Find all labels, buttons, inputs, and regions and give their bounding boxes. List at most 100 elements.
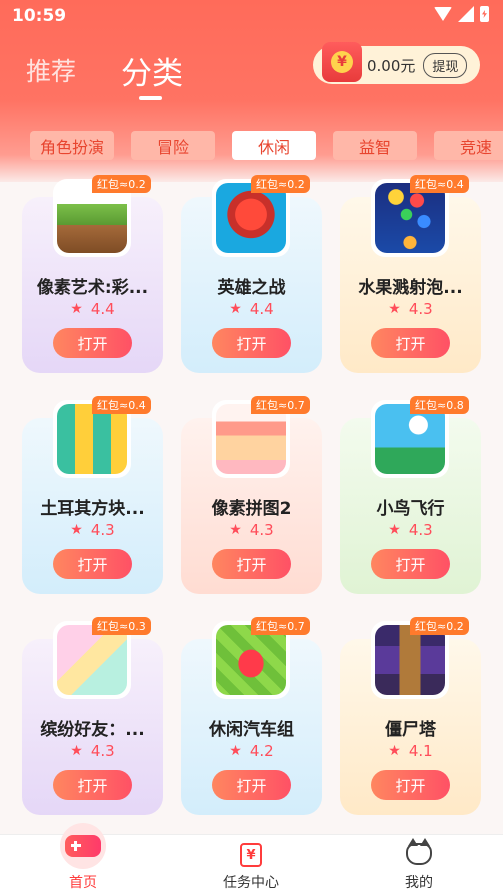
header: 10:59 推荐 分类 ¥ 0.00元 提现 角色扮演 冒险 休闲 益智 竞速: [0, 0, 503, 182]
bottom-nav: 首页 ¥ 任务中心 我的: [0, 823, 503, 894]
star-icon: ★: [229, 743, 242, 759]
tab-recommend[interactable]: 推荐: [26, 52, 76, 88]
game-rating: ★ 4.3: [22, 742, 163, 760]
game-name: 休闲汽车组: [209, 720, 294, 740]
active-tab-indicator: [139, 96, 162, 100]
open-button[interactable]: 打开: [53, 549, 132, 579]
red-packet-badge: 红包≈0.2: [251, 175, 310, 193]
game-name: 英雄之战: [217, 278, 286, 298]
game-rating: ★ 4.1: [340, 742, 481, 760]
game-name: 土耳其方块...: [40, 499, 145, 519]
nav-home-label: 首页: [69, 875, 97, 891]
rating-value: 4.3: [90, 521, 115, 539]
yuan-coin-icon: ¥: [331, 51, 353, 73]
open-button[interactable]: 打开: [212, 770, 291, 800]
rating-value: 4.3: [249, 521, 274, 539]
red-packet-badge: 红包≈0.3: [92, 617, 151, 635]
red-packet-badge: 红包≈0.7: [251, 396, 310, 414]
game-card[interactable]: 红包≈0.2 僵尸塔 ★ 4.1 打开: [340, 617, 481, 815]
game-name: 缤纷好友：...: [40, 720, 145, 740]
pixel-house-icon: [216, 404, 286, 474]
red-packet-badge: 红包≈0.2: [92, 175, 151, 193]
game-rating: ★ 4.4: [181, 300, 322, 318]
anime-friends-icon: [57, 625, 127, 695]
star-icon: ★: [70, 522, 83, 538]
game-rating: ★ 4.2: [181, 742, 322, 760]
open-button[interactable]: 打开: [371, 770, 450, 800]
rating-value: 4.3: [408, 521, 433, 539]
game-card[interactable]: 红包≈0.7 休闲汽车组 ★ 4.2 打开: [181, 617, 322, 815]
wallet-amount: 0.00元: [367, 56, 416, 75]
zombie-tower-icon: [375, 625, 445, 695]
red-packet-badge: 红包≈0.4: [92, 396, 151, 414]
wallet-widget[interactable]: ¥ 0.00元 提现: [313, 42, 480, 84]
rating-value: 4.3: [90, 742, 115, 760]
red-envelope-icon: ¥: [322, 42, 362, 82]
game-name: 小鸟飞行: [376, 499, 445, 519]
withdraw-button[interactable]: 提现: [423, 52, 468, 78]
star-icon: ★: [229, 522, 242, 538]
game-rating: ★ 4.3: [22, 521, 163, 539]
red-packet-badge: 红包≈0.8: [410, 396, 469, 414]
open-button[interactable]: 打开: [212, 328, 291, 358]
game-card[interactable]: 红包≈0.3 缤纷好友：... ★ 4.3 打开: [22, 617, 163, 815]
cat-face-icon: [406, 838, 432, 865]
open-button[interactable]: 打开: [371, 549, 450, 579]
game-rating: ★ 4.3: [181, 521, 322, 539]
category-racing[interactable]: 竞速: [434, 131, 503, 160]
open-button[interactable]: 打开: [371, 328, 450, 358]
signal-icon: [458, 6, 474, 22]
game-name: 像素艺术:彩...: [36, 278, 149, 298]
open-button[interactable]: 打开: [53, 770, 132, 800]
wifi-icon: [434, 7, 452, 21]
game-rating: ★ 4.4: [22, 300, 163, 318]
nav-task-center-label: 任务中心: [223, 875, 279, 891]
block-puzzle-icon: [57, 404, 127, 474]
nav-profile[interactable]: 我的: [364, 835, 474, 894]
game-rating: ★ 4.3: [340, 521, 481, 539]
game-card[interactable]: 红包≈0.8 小鸟飞行 ★ 4.3 打开: [340, 396, 481, 594]
flying-pig-icon: [375, 404, 445, 474]
nav-profile-label: 我的: [405, 875, 433, 891]
rating-value: 4.4: [249, 300, 274, 318]
status-time: 10:59: [12, 6, 67, 26]
category-casual[interactable]: 休闲: [232, 131, 316, 160]
status-icons: [434, 6, 489, 22]
open-button[interactable]: 打开: [53, 328, 132, 358]
battery-charging-icon: [480, 6, 489, 22]
red-robot-icon: [216, 183, 286, 253]
red-packet-badge: 红包≈0.2: [410, 617, 469, 635]
star-icon: ★: [70, 301, 83, 317]
tab-category[interactable]: 分类: [121, 48, 183, 93]
rating-value: 4.3: [408, 300, 433, 318]
category-puzzle[interactable]: 益智: [333, 131, 417, 160]
game-card[interactable]: 红包≈0.4 水果溅射泡... ★ 4.3 打开: [340, 175, 481, 373]
nav-home[interactable]: 首页: [28, 823, 138, 894]
game-card[interactable]: 红包≈0.7 像素拼图2 ★ 4.3 打开: [181, 396, 322, 594]
game-rating: ★ 4.3: [340, 300, 481, 318]
nav-task-center[interactable]: ¥ 任务中心: [196, 835, 306, 894]
open-button[interactable]: 打开: [212, 549, 291, 579]
star-icon: ★: [388, 301, 401, 317]
gamepad-icon: [60, 823, 106, 869]
race-car-icon: [216, 625, 286, 695]
bubble-shooter-icon: [375, 183, 445, 253]
star-icon: ★: [388, 522, 401, 538]
game-card[interactable]: 红包≈0.2 像素艺术:彩... ★ 4.4 打开: [22, 175, 163, 373]
red-packet-badge: 红包≈0.4: [410, 175, 469, 193]
task-wallet-icon: ¥: [240, 843, 262, 867]
category-role-play[interactable]: 角色扮演: [30, 131, 114, 160]
red-packet-badge: 红包≈0.7: [251, 617, 310, 635]
star-icon: ★: [70, 743, 83, 759]
game-card[interactable]: 红包≈0.2 英雄之战 ★ 4.4 打开: [181, 175, 322, 373]
game-card[interactable]: 红包≈0.4 土耳其方块... ★ 4.3 打开: [22, 396, 163, 594]
category-adventure[interactable]: 冒险: [131, 131, 215, 160]
game-name: 僵尸塔: [385, 720, 436, 740]
category-tabs: 角色扮演 冒险 休闲 益智 竞速: [30, 131, 503, 160]
rating-value: 4.2: [249, 742, 274, 760]
game-name: 像素拼图2: [211, 499, 292, 519]
game-name: 水果溅射泡...: [358, 278, 463, 298]
star-icon: ★: [388, 743, 401, 759]
star-icon: ★: [229, 301, 242, 317]
rating-value: 4.4: [90, 300, 115, 318]
